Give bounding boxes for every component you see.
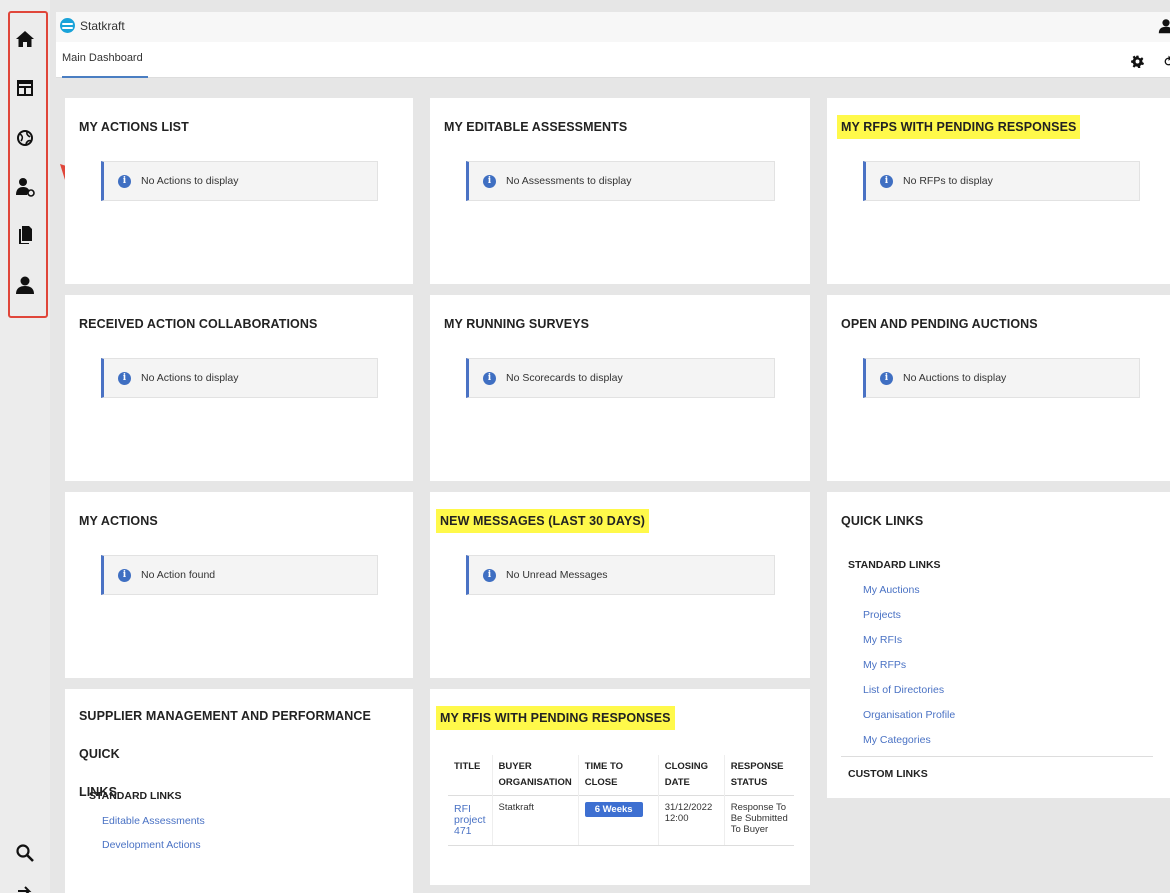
link-list-of-directories[interactable]: List of Directories xyxy=(863,684,944,696)
info-icon: i xyxy=(118,568,131,582)
notice-text: No Assessments to display xyxy=(506,175,632,187)
card-quick-links: QUICK LINKS STANDARD LINKS My Auctions P… xyxy=(827,492,1170,798)
annotation-highlight-box xyxy=(8,11,48,318)
info-icon: i xyxy=(483,371,496,385)
card-title: OPEN AND PENDING AUCTIONS xyxy=(841,317,1038,331)
notice-text: No Scorecards to display xyxy=(506,372,623,384)
link-my-categories[interactable]: My Categories xyxy=(863,734,931,746)
tab-bar: Main Dashboard xyxy=(56,42,1170,78)
card-my-editable-assessments: MY EDITABLE ASSESSMENTS i No Assessments… xyxy=(430,98,810,284)
empty-notice: i No Actions to display xyxy=(101,161,378,201)
column-header-time-to-close[interactable]: TIME TO CLOSE xyxy=(577,755,659,796)
card-received-action-collaborations: RECEIVED ACTION COLLABORATIONS i No Acti… xyxy=(65,295,413,481)
notice-text: No Auctions to display xyxy=(903,372,1007,384)
card-supplier-management-links: SUPPLIER MANAGEMENT AND PERFORMANCE QUIC… xyxy=(65,689,413,893)
info-icon: i xyxy=(880,174,893,188)
card-title: MY RUNNING SURVEYS xyxy=(444,317,590,331)
card-my-running-surveys: MY RUNNING SURVEYS i No Scorecards to di… xyxy=(430,295,810,481)
card-title: QUICK LINKS xyxy=(841,514,924,528)
card-title: NEW MESSAGES (LAST 30 DAYS) xyxy=(436,509,650,533)
brand-name: Statkraft xyxy=(80,18,125,33)
divider xyxy=(841,756,1153,757)
tab-main-dashboard[interactable]: Main Dashboard xyxy=(62,52,148,78)
card-title: RECEIVED ACTION COLLABORATIONS xyxy=(79,317,318,331)
rfi-title-link[interactable]: RFI project 471 xyxy=(454,803,486,837)
link-development-actions[interactable]: Development Actions xyxy=(102,839,201,851)
notice-text: No Unread Messages xyxy=(506,569,608,581)
empty-notice: i No Assessments to display xyxy=(466,161,775,201)
highlighted-title: MY RFIS WITH PENDING RESPONSES xyxy=(436,706,675,730)
statkraft-logo-icon xyxy=(60,18,75,33)
gear-icon[interactable] xyxy=(1131,55,1144,68)
logout-icon[interactable] xyxy=(13,880,37,893)
table-header-row: TITLE BUYER ORGANISATION TIME TO CLOSE C… xyxy=(448,755,794,796)
card-title: MY ACTIONS LIST xyxy=(79,120,189,134)
highlighted-title: NEW MESSAGES (LAST 30 DAYS) xyxy=(436,509,650,533)
column-header-title[interactable]: TITLE xyxy=(448,755,492,796)
closing-date-cell: 31/12/2022 12:00 xyxy=(657,795,725,846)
info-icon: i xyxy=(483,174,496,188)
column-header-closing-date[interactable]: CLOSING DATE xyxy=(657,755,725,796)
left-nav-rail xyxy=(0,0,50,893)
card-my-actions-list: MY ACTIONS LIST i No Actions to display xyxy=(65,98,413,284)
card-open-pending-auctions: OPEN AND PENDING AUCTIONS i No Auctions … xyxy=(827,295,1170,481)
brand-logo[interactable]: Statkraft xyxy=(60,18,125,33)
card-title: MY RFPS WITH PENDING RESPONSES xyxy=(837,115,1081,139)
table-row: RFI project 471 Statkraft 6 Weeks 31/12/… xyxy=(448,795,794,846)
standard-links-heading: STANDARD LINKS xyxy=(848,559,941,571)
buyer-cell: Statkraft xyxy=(491,795,579,846)
link-projects[interactable]: Projects xyxy=(863,609,901,621)
custom-links-heading: CUSTOM LINKS xyxy=(848,768,928,780)
empty-notice: i No Action found xyxy=(101,555,378,595)
card-title: MY ACTIONS xyxy=(79,514,158,528)
refresh-icon[interactable] xyxy=(1162,55,1170,68)
link-organisation-profile[interactable]: Organisation Profile xyxy=(863,709,955,721)
notice-text: No RFPs to display xyxy=(903,175,993,187)
empty-notice: i No Unread Messages xyxy=(466,555,775,595)
standard-links-heading: STANDARD LINKS xyxy=(89,790,182,802)
card-my-rfis-pending: MY RFIS WITH PENDING RESPONSES TITLE BUY… xyxy=(430,689,810,885)
empty-notice: i No Actions to display xyxy=(101,358,378,398)
link-my-auctions[interactable]: My Auctions xyxy=(863,584,920,596)
notice-text: No Actions to display xyxy=(141,372,239,384)
card-new-messages: NEW MESSAGES (LAST 30 DAYS) i No Unread … xyxy=(430,492,810,678)
rfi-table: TITLE BUYER ORGANISATION TIME TO CLOSE C… xyxy=(448,755,794,846)
column-header-buyer[interactable]: BUYER ORGANISATION xyxy=(491,755,579,796)
link-my-rfps[interactable]: My RFPs xyxy=(863,659,906,671)
user-menu-icon[interactable] xyxy=(1158,18,1170,34)
highlighted-title: MY RFPS WITH PENDING RESPONSES xyxy=(837,115,1081,139)
card-my-actions: MY ACTIONS i No Action found xyxy=(65,492,413,678)
empty-notice: i No Auctions to display xyxy=(863,358,1140,398)
info-icon: i xyxy=(483,568,496,582)
info-icon: i xyxy=(118,371,131,385)
top-bar: Statkraft xyxy=(56,12,1170,42)
notice-text: No Actions to display xyxy=(141,175,239,187)
search-icon[interactable] xyxy=(13,841,37,865)
empty-notice: i No RFPs to display xyxy=(863,161,1140,201)
card-title: MY EDITABLE ASSESSMENTS xyxy=(444,120,628,134)
link-editable-assessments[interactable]: Editable Assessments xyxy=(102,815,205,827)
time-to-close-badge: 6 Weeks xyxy=(584,802,643,817)
response-status-cell: Response To Be Submitted To Buyer xyxy=(723,795,794,846)
notice-text: No Action found xyxy=(141,569,216,581)
empty-notice: i No Scorecards to display xyxy=(466,358,775,398)
info-icon: i xyxy=(118,174,131,188)
card-title: MY RFIS WITH PENDING RESPONSES xyxy=(436,706,675,730)
link-my-rfis[interactable]: My RFIs xyxy=(863,634,902,646)
info-icon: i xyxy=(880,371,893,385)
card-my-rfps-pending: MY RFPS WITH PENDING RESPONSES i No RFPs… xyxy=(827,98,1170,284)
card-title-line1: SUPPLIER MANAGEMENT AND PERFORMANCE QUIC… xyxy=(79,709,371,761)
column-header-response-status[interactable]: RESPONSE STATUS xyxy=(723,755,794,796)
